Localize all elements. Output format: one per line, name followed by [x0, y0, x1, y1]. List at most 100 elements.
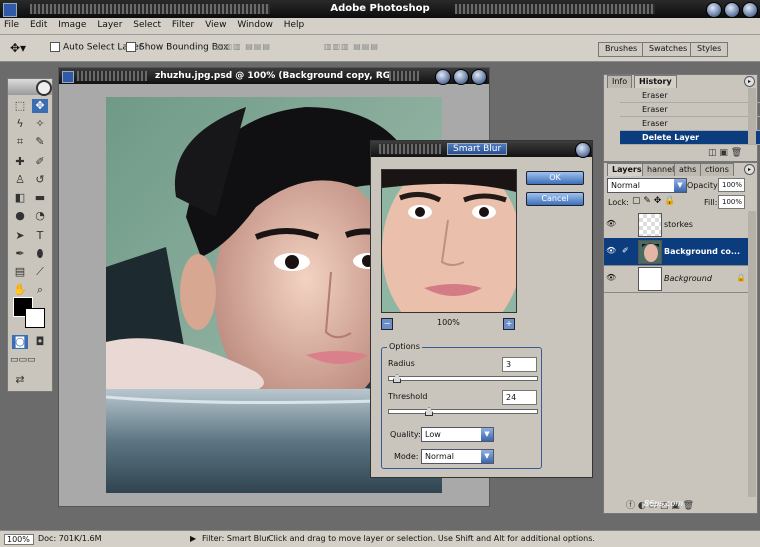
quickmask-mode-icon[interactable]: ◘ — [32, 335, 48, 349]
shape-tool-icon[interactable]: ⬮ — [32, 247, 48, 261]
layer-thumbnail — [638, 267, 662, 291]
tab-styles[interactable]: Styles — [690, 42, 729, 57]
pen-tool-icon[interactable]: ✒ — [12, 247, 28, 261]
gradient-tool-icon[interactable]: ▬ — [32, 191, 48, 205]
radius-slider[interactable] — [388, 374, 538, 383]
layers-scrollbar[interactable] — [748, 211, 756, 497]
history-brush-icon[interactable]: ↺ — [32, 173, 48, 187]
threshold-slider-thumb[interactable] — [425, 407, 433, 416]
blend-mode-value: Normal — [611, 181, 640, 190]
quality-value: Low — [425, 430, 441, 439]
opacity-input[interactable]: 100% — [718, 178, 745, 192]
eraser-tool-icon[interactable]: ◧ — [12, 191, 28, 205]
eyedropper-icon[interactable]: ⟋ — [32, 265, 48, 279]
magic-wand-icon[interactable]: ✧ — [32, 117, 48, 131]
clone-stamp-icon[interactable]: ♙ — [12, 173, 28, 187]
lock-icon: 🔒 — [736, 273, 746, 282]
fill-input[interactable]: 100% — [718, 195, 745, 209]
menu-filter[interactable]: Filter — [168, 18, 198, 30]
healing-brush-icon[interactable]: ✚ — [12, 155, 28, 169]
menu-select[interactable]: Select — [129, 18, 165, 30]
dialog-close-button[interactable] — [575, 142, 591, 158]
eye-icon[interactable]: 👁 — [606, 273, 616, 282]
status-hint: Click and drag to move layer or selectio… — [268, 534, 595, 543]
panel-menu-button[interactable]: ▸ — [744, 76, 755, 87]
preview-box[interactable] — [381, 169, 517, 313]
notes-tool-icon[interactable]: ▤ — [12, 265, 28, 279]
quality-select[interactable]: Low ▼ — [421, 427, 494, 442]
menu-file[interactable]: File — [0, 18, 23, 30]
history-actions-icon[interactable]: ◫ ▣ 🗑 — [708, 148, 742, 158]
doc-close-button[interactable] — [471, 69, 487, 85]
crop-tool-icon[interactable]: ⌗ — [12, 135, 28, 149]
path-select-icon[interactable]: ➤ — [12, 229, 28, 243]
dodge-tool-icon[interactable]: ◔ — [32, 209, 48, 223]
background-color-swatch[interactable] — [25, 308, 45, 328]
menu-edit[interactable]: Edit — [26, 18, 51, 30]
tab-history[interactable]: History — [634, 75, 677, 88]
radius-slider-thumb[interactable] — [393, 374, 401, 383]
layer-row-selected[interactable]: 👁 ✐ Background co... — [604, 238, 748, 266]
tab-brushes[interactable]: Brushes — [598, 42, 645, 57]
doc-grip-left — [77, 71, 147, 81]
move-tool-icon[interactable]: ✥ — [32, 99, 48, 113]
standard-mode-icon[interactable]: ◙ — [12, 335, 28, 349]
tab-actions[interactable]: ctions — [700, 163, 734, 176]
history-item[interactable]: Eraser — [620, 103, 760, 117]
zoom-in-button[interactable]: + — [503, 318, 515, 330]
distribute-buttons-icon[interactable]: ▥▥▥ ▤▤▤ — [324, 42, 379, 52]
tab-paths[interactable]: aths — [674, 163, 702, 176]
doc-minimize-button[interactable] — [435, 69, 451, 85]
eye-icon[interactable]: 👁 — [606, 246, 616, 255]
blur-tool-icon[interactable]: ● — [12, 209, 28, 223]
screen-mode-icon[interactable]: ▭▭▭ — [10, 353, 36, 367]
doc-maximize-button[interactable] — [453, 69, 469, 85]
close-button[interactable] — [742, 2, 758, 18]
menu-layer[interactable]: Layer — [93, 18, 126, 30]
dialog-grip — [379, 144, 441, 154]
menu-window[interactable]: Window — [233, 18, 277, 30]
history-item[interactable]: Eraser — [620, 89, 760, 103]
status-arrow-icon[interactable]: ▶ — [190, 534, 196, 543]
maximize-button[interactable] — [724, 2, 740, 18]
menu-image[interactable]: Image — [54, 18, 90, 30]
hand-tool-icon[interactable]: ✋ — [12, 283, 28, 297]
threshold-slider[interactable] — [388, 407, 538, 416]
cancel-button[interactable]: Cancel — [526, 192, 584, 206]
slice-tool-icon[interactable]: ✎ — [32, 135, 48, 149]
document-icon — [62, 71, 74, 83]
history-item-label: Eraser — [642, 105, 668, 114]
document-title-bar: zhuzhu.jpg.psd @ 100% (Background copy, … — [59, 68, 489, 85]
menu-help[interactable]: Help — [280, 18, 309, 30]
jump-to-imageready-icon[interactable]: ⇄ — [12, 373, 28, 387]
status-zoom[interactable]: 100% — [4, 534, 34, 545]
history-item-selected[interactable]: Delete Layer — [620, 131, 760, 145]
zoom-tool-icon[interactable]: ⌕ — [32, 283, 48, 297]
layer-row[interactable]: 👁 Background 🔒 — [604, 265, 748, 293]
history-item[interactable]: Eraser — [620, 117, 760, 131]
minimize-button[interactable] — [706, 2, 722, 18]
radius-input[interactable]: 3 — [502, 357, 537, 372]
brush-tool-icon[interactable]: ✐ — [32, 155, 48, 169]
chevron-down-icon: ▼ — [674, 179, 686, 192]
blend-mode-select[interactable]: Normal ▼ — [607, 178, 687, 193]
bounding-box-checkbox[interactable]: Show Bounding Box — [126, 42, 228, 53]
lasso-tool-icon[interactable]: ϟ — [12, 117, 28, 131]
type-tool-icon[interactable]: T — [32, 229, 48, 243]
panel-menu-button[interactable]: ▸ — [744, 164, 755, 175]
tab-info[interactable]: Info — [607, 75, 633, 88]
layer-row[interactable]: 👁 storkes — [604, 211, 748, 239]
history-scrollbar[interactable] — [748, 88, 756, 144]
lock-options-icon[interactable]: ▢ ✎ ✥ 🔒 — [632, 196, 675, 206]
tab-swatches[interactable]: Swatches — [642, 42, 695, 57]
zoom-out-button[interactable]: − — [381, 318, 393, 330]
mode-select[interactable]: Normal ▼ — [421, 449, 494, 464]
tab-layers[interactable]: Layers — [607, 163, 647, 176]
ok-button[interactable]: OK — [526, 171, 584, 185]
move-tool-icon[interactable]: ✥▾ — [10, 41, 26, 55]
menu-view[interactable]: View — [201, 18, 230, 30]
eye-icon[interactable]: 👁 — [606, 219, 616, 228]
marquee-tool-icon[interactable]: ⬚ — [12, 99, 28, 113]
threshold-input[interactable]: 24 — [502, 390, 537, 405]
align-buttons-icon[interactable]: ▥▥▥ ▤▤▤ — [216, 42, 271, 52]
